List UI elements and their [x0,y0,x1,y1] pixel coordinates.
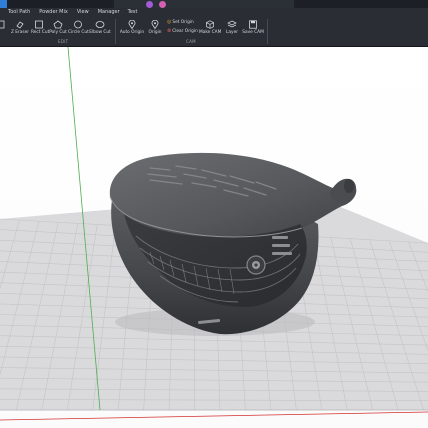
cut-icon [0,20,5,29]
menu-manager[interactable]: Manager [98,8,120,17]
elbow-cut-label: Elbow Cut [89,30,111,35]
elbow-cut-icon [95,21,105,28]
poly-cut-label: Poly Cut [49,30,67,35]
save-cam-button[interactable]: Save CAM [242,20,264,38]
layers-icon [227,20,237,28]
clear-origin-icon: ⊗ [167,28,172,34]
save-cam-label: Save CAM [242,30,264,35]
menu-test[interactable]: Test [128,8,138,17]
circle-cut-label: Circle Cut [68,30,89,35]
rect-cut-button[interactable]: Rect Cut [31,20,50,38]
auto-origin-label: Auto Origin [119,30,145,35]
app-icon-pink[interactable] [159,1,166,8]
layer-button[interactable]: Layer [224,20,240,38]
eraser-icon [16,21,24,29]
z-eraser-label: Z Eraser [10,30,30,35]
circle-cut-button[interactable]: Circle Cut [68,20,89,38]
partial-tool[interactable] [0,20,5,38]
pin-icon [128,20,136,29]
cube-icon [206,20,214,29]
ribbon-toolbar: Tool Path Powder Mix View Manager Test Z… [0,8,428,47]
group-separator [115,19,116,44]
viewport-scene[interactable] [0,47,428,428]
set-origin-label: Set Origin [172,19,194,25]
menu-view[interactable]: View [77,8,89,17]
z-eraser-button[interactable]: Z Eraser [10,20,30,38]
layer-label: Layer [226,30,238,35]
save-icon [249,20,257,29]
clear-origin-button[interactable]: ⊗ Clear Origin [167,28,198,34]
document-tab-area [114,0,294,8]
make-cam-button[interactable]: Make CAM [199,20,221,38]
elbow-cut-button[interactable]: Elbow Cut [89,20,111,38]
set-origin-button[interactable]: ◎ Set Origin [167,19,194,25]
app-icon-purple[interactable] [146,1,153,8]
origin-button[interactable]: Origin [147,20,163,38]
poly-cut-icon [53,20,63,29]
group-separator-2 [267,19,268,44]
edit-group-label: EDIT [58,39,69,44]
menu-bar: Tool Path Powder Mix View Manager Test [0,8,428,17]
cam-group-label: CAM [186,39,196,44]
rect-cut-icon [35,20,43,29]
set-origin-icon: ◎ [167,19,172,25]
menu-tool-path[interactable]: Tool Path [8,8,30,17]
app-tab-indicator[interactable] [0,0,7,8]
menu-powder-mix[interactable]: Powder Mix [39,8,68,17]
pin-icon [151,20,159,29]
title-strip [0,0,428,8]
x-axis-red [0,411,428,421]
make-cam-label: Make CAM [199,30,222,35]
circle-cut-icon [74,20,82,29]
rect-cut-label: Rect Cut [31,30,50,35]
origin-label: Origin [148,30,162,35]
poly-cut-button[interactable]: Poly Cut [49,20,67,38]
clear-origin-label: Clear Origin [172,28,198,34]
3d-viewport[interactable] [0,47,428,428]
auto-origin-button[interactable]: Auto Origin [119,20,145,38]
